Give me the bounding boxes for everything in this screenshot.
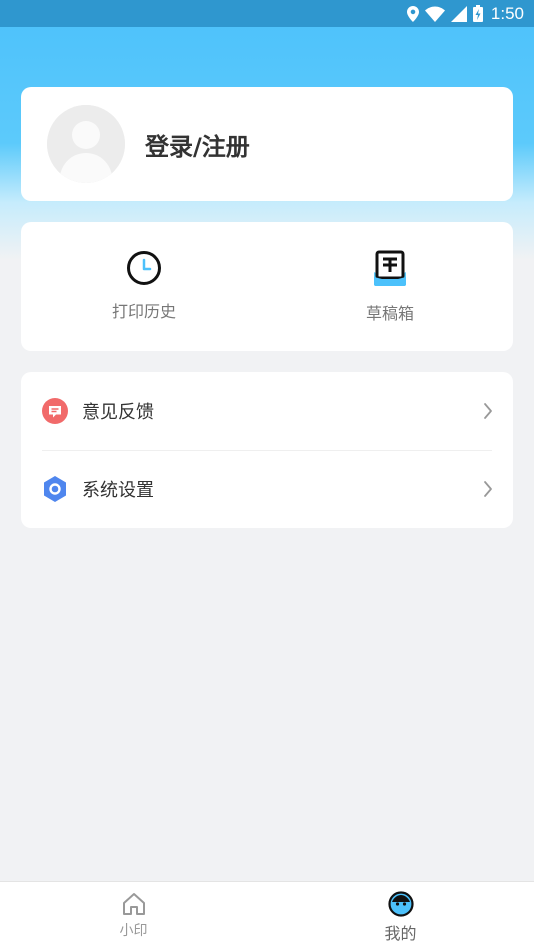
print-history-label: 打印历史 bbox=[111, 302, 176, 321]
menu-card: 意见反馈 系统设置 bbox=[21, 372, 513, 528]
drafts-label: 草稿箱 bbox=[365, 304, 414, 323]
login-register-link[interactable]: 登录/注册 bbox=[145, 127, 250, 162]
avatar[interactable] bbox=[47, 105, 125, 183]
print-history-button[interactable]: 打印历史 bbox=[21, 222, 267, 351]
settings-hexagon-icon bbox=[44, 476, 66, 502]
face-icon bbox=[387, 891, 414, 917]
tab-home-label: 小印 bbox=[119, 923, 148, 939]
status-bar: 1:50 bbox=[0, 0, 534, 27]
menu-item-feedback[interactable]: 意见反馈 bbox=[21, 372, 513, 450]
home-icon bbox=[122, 893, 145, 915]
drafts-button[interactable]: 草稿箱 bbox=[267, 222, 513, 351]
bottom-tab-bar: 小印 我的 bbox=[0, 881, 534, 950]
settings-label: 系统设置 bbox=[82, 480, 154, 501]
signal-icon bbox=[450, 5, 467, 22]
battery-icon bbox=[472, 5, 483, 22]
feedback-label: 意见反馈 bbox=[82, 402, 154, 423]
profile-card[interactable]: 登录/注册 bbox=[21, 87, 513, 201]
chevron-right-icon bbox=[484, 481, 492, 497]
tab-mine[interactable]: 我的 bbox=[267, 882, 534, 950]
default-avatar-icon bbox=[47, 105, 125, 183]
status-time: 1:50 bbox=[490, 3, 524, 23]
tab-home[interactable]: 小印 bbox=[0, 882, 267, 950]
location-icon bbox=[406, 5, 419, 22]
status-icons bbox=[406, 5, 483, 22]
wifi-icon bbox=[424, 6, 445, 22]
menu-item-settings[interactable]: 系统设置 bbox=[21, 450, 513, 528]
feedback-icon bbox=[42, 398, 68, 424]
quick-actions-card: 打印历史 草稿箱 bbox=[21, 222, 513, 351]
chevron-right-icon bbox=[484, 403, 492, 419]
tab-mine-label: 我的 bbox=[384, 924, 417, 943]
clock-icon bbox=[127, 251, 161, 285]
drafts-icon bbox=[374, 250, 406, 286]
